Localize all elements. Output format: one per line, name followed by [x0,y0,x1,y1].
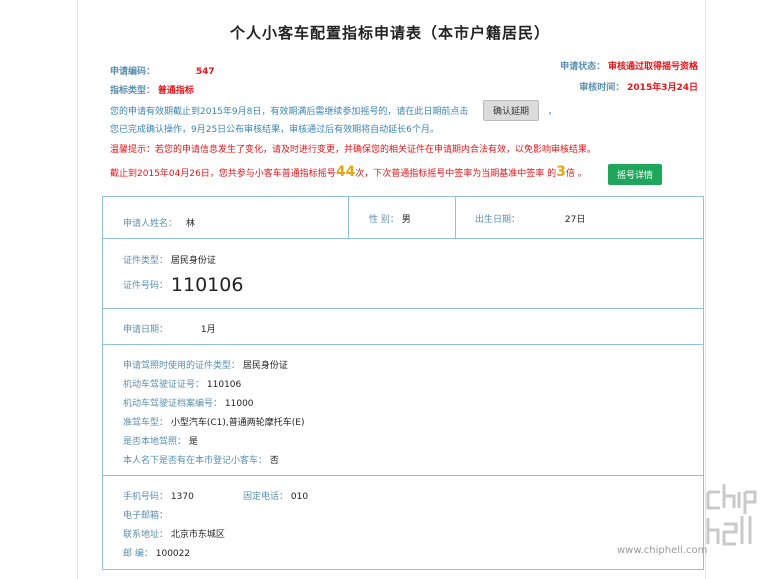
contact-address-value: 北京市东城区 [170,530,225,540]
applicant-gender: 性 别： 男 [369,212,411,225]
application-status: 申请状态： 审核通过取得摇号资格 [560,59,698,72]
license-local-label: 是否本地驾照： [123,437,187,447]
contact-email-label: 电子邮箱： [123,511,169,521]
apply-date-value: 1月 [200,325,216,335]
contact-mobile-label: 手机号码： [123,492,169,502]
contact-phone-value: 010 [290,492,309,502]
watermark-url: www.chiphell.com [617,545,708,556]
review-time-value: 2015年3月24日 [627,83,698,93]
id-card-type: 证件类型： 居民身份证 [123,253,216,266]
applicant-birth: 出生日期： 27日 [475,212,585,225]
lottery-detail-button-wrap: 摇号详情 [608,164,663,185]
applicant-name-label: 申请人姓名： [123,219,178,229]
warning-notice: 温馨提示：若您的申请信息发生了变化，请及时进行变更，并确保您的相关证件在申请期内… [110,145,597,155]
lottery-prefix: 截止到2015年04月26日，您共参与小客车普通指标摇号 [110,169,336,179]
site-watermark-logo [702,478,776,552]
application-form-card: 申请人姓名： 林 性 别： 男 出生日期： 27日 证件类型： 居民身份证 证件… [102,196,704,570]
license-cert-type-value: 居民身份证 [242,361,288,371]
license-has-car-value: 否 [269,456,279,466]
license-cert-type: 申请驾照时使用的证件类型： 居民身份证 [123,358,288,371]
license-archive-number-value: 11000 [224,399,254,409]
contact-zip: 邮 编： 100022 [123,546,190,559]
row-divider [348,197,349,238]
application-number-value: 547 [195,67,215,77]
id-card-row: 证件类型： 居民身份证 证件号码： 110106 [103,239,703,309]
row-divider [455,197,456,238]
apply-date-row: 申请日期： 1月 [103,309,703,345]
quota-type-value: 普通指标 [157,86,194,96]
review-time: 审核时间： 2015年3月24日 [579,80,698,93]
lottery-summary: 截止到2015年04月26日，您共参与小客车普通指标摇号44次，下次普通指标摇号… [110,164,587,180]
license-local-value: 是 [188,437,198,447]
apply-date: 申请日期： 1月 [123,322,216,335]
applicant-name: 申请人姓名： 林 [123,216,195,229]
license-number: 机动车驾驶证证号： 110106 [123,377,241,390]
contact-address-label: 联系地址： [123,530,169,540]
contact-mobile: 手机号码： 1370 [123,489,194,502]
applicant-birth-label: 出生日期： [475,215,521,225]
license-cert-type-label: 申请驾照时使用的证件类型： [123,361,241,371]
contact-email: 电子邮箱： [123,508,168,521]
applicant-row: 申请人姓名： 林 性 别： 男 出生日期： 27日 [103,197,703,239]
contact-mobile-value: 1370 [170,492,194,502]
quota-type: 指标类型： 普通指标 [110,83,194,96]
license-class-value: 小型汽车(C1),普通两轮摩托车(E) [170,418,305,428]
lottery-count: 44 [335,164,356,180]
license-row: 申请驾照时使用的证件类型： 居民身份证 机动车驾驶证证号： 110106 机动车… [103,345,703,476]
contact-phone-label: 固定电话： [243,492,289,502]
applicant-gender-value: 男 [401,215,411,225]
application-status-label: 申请状态： [560,62,606,72]
contact-address: 联系地址： 北京市东城区 [123,527,225,540]
license-number-value: 110106 [206,380,242,390]
license-has-car-label: 本人名下是否有在本市登记小客车： [123,456,268,466]
application-number: 申请编码： 547 [110,64,215,77]
license-archive-number: 机动车驾驶证档案编号： 11000 [123,396,254,409]
id-card-number-value: 110106 [170,274,244,296]
contact-zip-value: 100022 [155,549,191,559]
validity-notice: 您的申请有效期截止到2015年9月8日，有效期满后需继续参加摇号的，请在此日期前… [110,104,468,117]
id-card-number-label: 证件号码： [123,281,169,291]
apply-date-label: 申请日期： [123,325,169,335]
lottery-detail-button[interactable]: 摇号详情 [608,164,663,185]
lottery-multiple: 3 [556,164,566,180]
confirm-done-notice: 您已完成确认操作，9月25日公布审核结果，审核通过后有效期将自动延长6个月。 [110,125,439,135]
license-archive-number-label: 机动车驾驶证档案编号： [123,399,223,409]
id-card-type-label: 证件类型： [123,256,169,266]
confirm-extend-button[interactable]: 确认延期 [483,100,540,121]
license-has-car: 本人名下是否有在本市登记小客车： 否 [123,453,279,466]
page-title: 个人小客车配置指标申请表（本市户籍居民） [229,24,550,42]
confirm-extend-button-wrap: 确认延期 ， [483,100,557,121]
license-local: 是否本地驾照： 是 [123,434,198,447]
license-class-label: 准驾车型： [123,418,169,428]
license-number-label: 机动车驾驶证证号： [123,380,205,390]
watermark-logo-icon [706,484,757,546]
application-status-value: 审核通过取得摇号资格 [607,62,698,72]
application-number-label: 申请编码： [110,67,156,77]
applicant-birth-value: 27日 [564,215,586,225]
id-card-number: 证件号码： 110106 [123,274,243,296]
contact-zip-label: 邮 编： [123,549,153,559]
contact-row: 手机号码： 1370 固定电话： 010 电子邮箱： 联系地址： 北京市东城区 … [103,476,703,570]
contact-phone: 固定电话： 010 [243,489,308,502]
applicant-name-value: 林 [185,219,195,229]
review-time-label: 审核时间： [579,83,625,93]
validity-notice-tail: ， [547,107,557,117]
id-card-type-value: 居民身份证 [170,256,216,266]
applicant-gender-label: 性 别： [369,215,399,225]
license-class: 准驾车型： 小型汽车(C1),普通两轮摩托车(E) [123,415,305,428]
lottery-suffix: 倍 。 [565,169,587,179]
validity-notice-text: 您的申请有效期截止到2015年9月8日，有效期满后需继续参加摇号的，请在此日期前… [110,107,469,117]
lottery-mid: 次，下次普通指标摇号中签率为当期基准中签率 的 [355,169,557,179]
quota-type-label: 指标类型： [110,86,156,96]
